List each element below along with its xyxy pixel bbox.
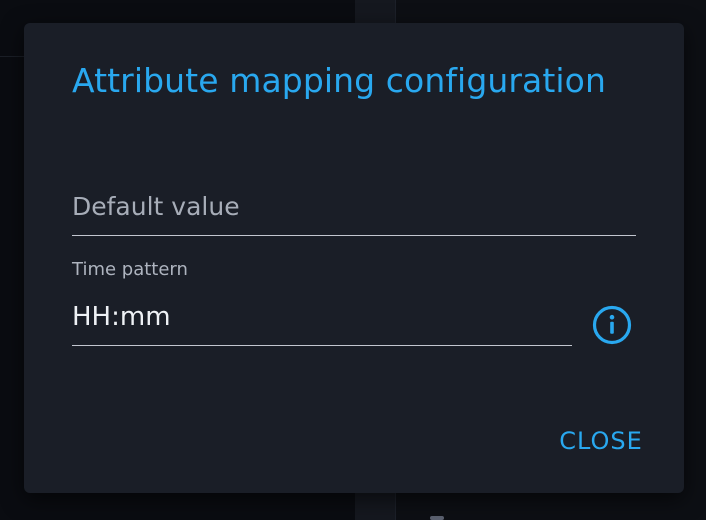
info-button[interactable]	[590, 303, 634, 347]
close-button[interactable]: CLOSE	[546, 421, 656, 461]
default-value-field	[72, 183, 636, 236]
time-pattern-field	[72, 293, 572, 346]
time-pattern-label: Time pattern	[72, 259, 188, 280]
default-value-input[interactable]	[72, 183, 636, 229]
background-partial-content	[430, 508, 570, 520]
time-pattern-input[interactable]	[72, 293, 572, 341]
dialog-title: Attribute mapping configuration	[72, 61, 606, 100]
info-circle-icon	[592, 305, 632, 345]
attribute-mapping-dialog: Attribute mapping configuration Time pat…	[24, 23, 684, 493]
